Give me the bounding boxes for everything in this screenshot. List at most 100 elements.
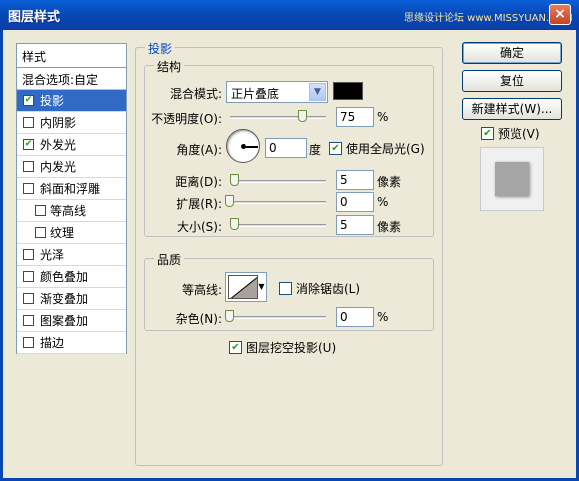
style-list-item[interactable]: 纹理 [17,222,126,244]
style-preview [480,147,544,211]
spread-slider-track[interactable] [228,201,326,204]
spread-label: 扩展(R): [176,197,222,211]
size-slider-track[interactable] [230,224,326,227]
shadow-color-swatch[interactable] [333,82,363,100]
checkbox-icon[interactable] [35,205,46,216]
noise-slider-track[interactable] [228,316,326,319]
spread-unit: % [377,195,389,209]
check-icon: ✔ [329,142,342,155]
noise-slider-thumb[interactable] [225,310,234,322]
opacity-input[interactable]: 75 [336,107,374,127]
check-icon: ✔ [229,341,242,354]
style-list: 样式 混合选项:自定 ✔ 投影内阴影 ✔ 外发光 内发光斜面和浮雕等高线纹理光泽颜色叠加… [16,43,127,354]
global-light-checkbox[interactable]: ✔ 使用全局光(G) [329,140,425,157]
contour-preview [228,275,258,299]
knockout-label: 图层挖空投影(U) [246,341,337,355]
size-slider-thumb[interactable] [230,218,239,230]
style-list-item[interactable]: 颜色叠加 [17,266,126,288]
style-list-item-label: 描边 [40,336,65,350]
style-list-item-label: 光泽 [40,248,65,262]
blend-options-item[interactable]: 混合选项:自定 [17,68,126,90]
spread-slider-thumb[interactable] [225,195,234,207]
knockout-checkbox[interactable]: ✔ 图层挖空投影(U) [229,339,336,356]
distance-label: 距离(D): [175,175,222,189]
chevron-down-icon: ▼ [309,83,326,101]
drop-shadow-title: 投影 [145,40,176,57]
checkbox-icon[interactable]: ✔ [23,139,34,150]
opacity-unit: % [377,110,389,124]
size-input[interactable]: 5 [336,215,374,235]
style-list-item[interactable]: 渐变叠加 [17,288,126,310]
angle-unit: 度 [309,143,322,157]
window-title: 图层样式 [8,10,61,25]
ok-button[interactable]: 确定 [462,42,562,64]
anti-aliased-checkbox[interactable]: 消除锯齿(L) [279,280,360,297]
style-list-item[interactable]: 描边 [17,332,126,354]
style-list-item-label: 图案叠加 [40,314,89,328]
check-icon: ✔ [481,127,494,140]
contour-curve-icon [230,276,257,298]
noise-label: 杂色(N): [175,312,222,326]
checkbox-icon[interactable] [23,249,34,260]
checkbox-icon[interactable] [23,183,34,194]
style-list-item-label: 等高线 [50,204,87,218]
preview-checkbox[interactable]: ✔ 预览(V) [481,125,540,142]
new-style-button[interactable]: 新建样式(W)... [462,98,562,120]
style-list-item[interactable]: 等高线 [17,200,126,222]
style-list-item[interactable]: 图案叠加 [17,310,126,332]
checkbox-box [279,282,292,295]
style-list-item[interactable]: 内阴影 [17,112,126,134]
contour-label: 等高线: [181,283,222,297]
checkbox-icon[interactable] [35,227,46,238]
blend-mode-value: 正片叠底 [231,87,280,101]
size-label: 大小(S): [176,220,222,234]
style-list-item-label: 斜面和浮雕 [40,182,101,196]
distance-unit: 像素 [377,175,402,189]
angle-dial[interactable] [226,129,260,163]
noise-unit: % [377,310,389,324]
noise-input[interactable]: 0 [336,307,374,327]
style-list-item-label: 投影 [40,94,65,108]
distance-slider-track[interactable] [230,180,326,183]
preview-swatch [495,162,529,196]
angle-center [241,144,246,149]
checkbox-icon[interactable] [23,271,34,282]
title-bar: 图层样式 思缘设计论坛 www.MISSYUAN.COM × [0,0,579,30]
contour-picker[interactable]: ▼ [225,272,267,302]
size-unit: 像素 [377,220,402,234]
opacity-slider-track[interactable] [230,116,326,119]
style-list-item[interactable]: ✔ 投影 [17,90,126,112]
style-list-item[interactable]: 光泽 [17,244,126,266]
checkbox-icon[interactable] [23,117,34,128]
style-list-item[interactable]: 内发光 [17,156,126,178]
contour-dropdown-icon: ▼ [258,282,265,291]
opacity-label: 不透明度(O): [151,112,222,126]
blend-mode-select[interactable]: 正片叠底 ▼ [226,81,328,103]
angle-label: 角度(A): [176,143,222,157]
checkbox-icon[interactable] [23,161,34,172]
close-icon: × [554,6,566,22]
structure-title: 结构 [154,58,185,75]
spread-input[interactable]: 0 [336,192,374,212]
opacity-slider-thumb[interactable] [298,110,307,122]
angle-input[interactable]: 0 [265,138,307,158]
style-list-item[interactable]: 斜面和浮雕 [17,178,126,200]
style-list-item-label: 纹理 [50,226,75,240]
checkbox-icon[interactable] [23,293,34,304]
checkbox-icon[interactable]: ✔ [23,95,34,106]
distance-input[interactable]: 5 [336,170,374,190]
preview-label: 预览(V) [498,127,540,141]
watermark-text: 思缘设计论坛 www.MISSYUAN.COM [404,13,573,24]
checkbox-icon[interactable] [23,315,34,326]
quality-title: 品质 [154,251,185,268]
style-list-item-label: 颜色叠加 [40,270,89,284]
close-button[interactable]: × [549,4,571,25]
distance-slider-thumb[interactable] [230,174,239,186]
style-list-item[interactable]: ✔ 外发光 [17,134,126,156]
style-list-item-label: 渐变叠加 [40,292,89,306]
style-list-item-label: 内阴影 [40,116,77,130]
checkbox-icon[interactable] [23,337,34,348]
blend-mode-label: 混合模式: [169,87,222,101]
reset-button[interactable]: 复位 [462,70,562,92]
style-list-header[interactable]: 样式 [17,44,126,68]
